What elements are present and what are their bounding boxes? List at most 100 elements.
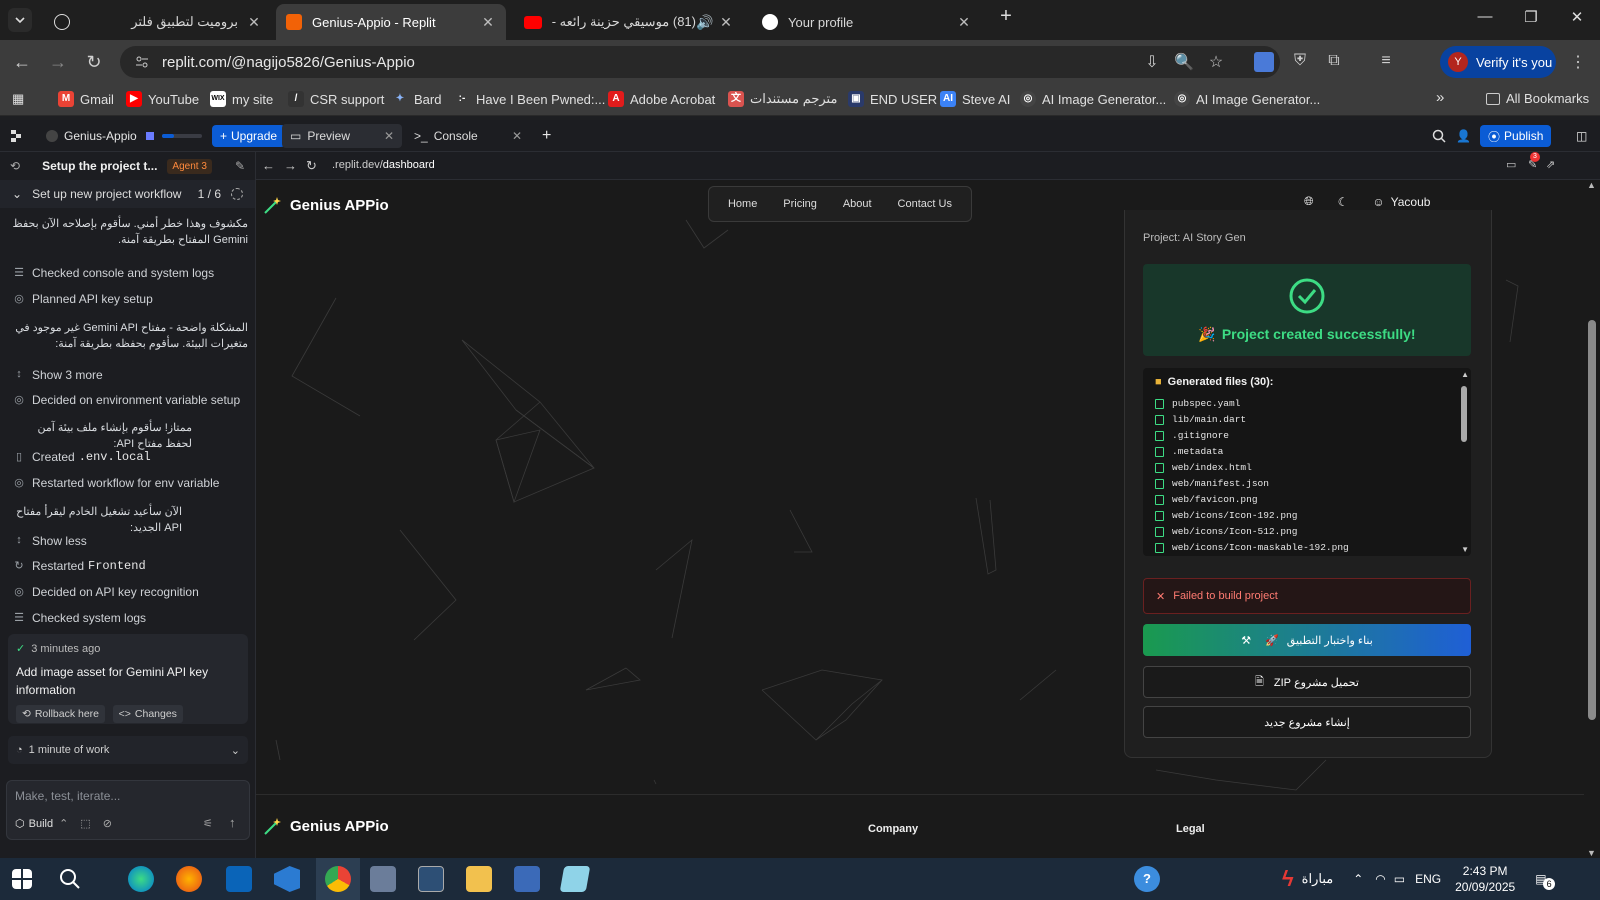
file-explorer-icon[interactable] [466, 866, 492, 892]
clock[interactable]: 2:43 PM 20/09/2025 [1455, 863, 1515, 895]
tab-console[interactable]: >_ Console ✕ [406, 124, 530, 148]
edge-icon[interactable] [128, 866, 154, 892]
bookmark-star-icon[interactable]: ☆ [1206, 52, 1226, 72]
publish-button[interactable]: ⦿ Publish [1480, 125, 1552, 147]
files-scrollbar[interactable] [1461, 386, 1467, 442]
new-project-button[interactable]: إنشاء مشروع جديد [1143, 706, 1471, 738]
language-indicator[interactable]: ENG [1415, 872, 1441, 886]
browser-menu-icon[interactable]: ⋮ [1568, 52, 1588, 72]
preview-forward-icon[interactable]: → [284, 158, 297, 173]
help-icon[interactable]: ? [1134, 866, 1160, 892]
remote-desktop-icon[interactable] [514, 866, 540, 892]
download-zip-button[interactable]: تحميل مشروع ZIP 🗎 [1143, 666, 1471, 698]
forward-button[interactable]: → [46, 50, 70, 74]
site-logo[interactable]: Genius APPio [262, 194, 389, 216]
tab-search-button[interactable] [8, 8, 32, 32]
install-app-icon[interactable]: ⇩ [1142, 52, 1162, 72]
close-tab-icon[interactable]: ✕ [246, 14, 262, 31]
tab-preview[interactable]: ▭ Preview ✕ [282, 124, 402, 148]
close-window-button[interactable]: ✕ [1554, 8, 1600, 32]
user-name[interactable]: Yacoub [1391, 195, 1431, 209]
google-translate-icon[interactable] [1254, 52, 1274, 72]
tab-github[interactable]: Your profile ✕ [752, 4, 982, 40]
settings-sliders-icon[interactable]: ⚟ [203, 817, 213, 830]
user-icon[interactable]: ☺ [1372, 195, 1384, 209]
bookmark-ai-image-2[interactable]: ◎ AI Image Generator... [1174, 91, 1320, 107]
shield-extension-icon[interactable]: ⛨ [1290, 52, 1310, 72]
open-new-tab-icon[interactable]: ⇗ [1546, 158, 1555, 171]
new-tab-button[interactable]: + [992, 5, 1020, 29]
feed-item[interactable]: ☰ Checked system logs [12, 611, 248, 625]
changes-button[interactable]: <> Changes [112, 705, 183, 723]
chevron-up-icon[interactable]: ⌃ [1353, 872, 1363, 886]
outlook-icon[interactable] [226, 866, 252, 892]
bookmark-my-site[interactable]: WIX my site [210, 91, 273, 107]
bookmark-youtube[interactable]: ▶ YouTube [126, 91, 199, 107]
feed-item[interactable]: ◎ Decided on environment variable setup [12, 393, 248, 407]
bookmark-hibp[interactable]: :- Have I Been Pwned:... [454, 91, 606, 107]
history-icon[interactable]: ⟲ [10, 159, 20, 173]
preview-url[interactable]: .replit.dev/dashboard [332, 159, 435, 171]
image-viewer-icon[interactable] [418, 866, 444, 892]
work-summary[interactable]: ◔ 1 minute of work ⌄ [8, 736, 248, 764]
bookmark-gmail[interactable]: M Gmail [58, 91, 114, 107]
select-element-icon[interactable]: ⬚ [80, 817, 90, 830]
show-more-toggle[interactable]: ↕ Show 3 more [12, 368, 248, 382]
feed-item[interactable]: ◎ Restarted workflow for env variable [12, 476, 248, 490]
nav-home[interactable]: Home [720, 198, 765, 210]
add-tab-icon[interactable]: + [542, 126, 551, 146]
close-tab-icon[interactable]: ✕ [718, 14, 734, 31]
invite-user-icon[interactable]: 👤 [1456, 126, 1471, 146]
network-app-icon[interactable] [370, 866, 396, 892]
nav-pricing[interactable]: Pricing [775, 198, 825, 210]
reload-button[interactable]: ↻ [82, 50, 106, 74]
replit-menu-icon[interactable] [10, 126, 26, 146]
tab-openai[interactable]: بروميت لتطبيق فلتر ✕ [44, 4, 272, 40]
nav-contact[interactable]: Contact Us [890, 198, 960, 210]
scroll-down-icon[interactable]: ▼ [1587, 848, 1596, 858]
feed-item[interactable]: ↻ Restarted Frontend [12, 559, 248, 573]
notepad-icon[interactable] [559, 866, 591, 892]
devices-icon[interactable]: ▭ [1506, 158, 1516, 171]
bookmark-translator[interactable]: 文 مترجم مستندات [728, 91, 837, 107]
back-button[interactable]: ← [10, 50, 34, 74]
send-icon[interactable]: ↑ [229, 815, 236, 830]
attach-icon[interactable]: ⊘ [103, 817, 112, 830]
feed-item[interactable]: ☰ Checked console and system logs [12, 266, 248, 280]
close-tab-icon[interactable]: ✕ [480, 14, 496, 31]
sports-app-icon[interactable]: ϟ [1282, 866, 1294, 892]
preview-back-icon[interactable]: ← [262, 158, 275, 173]
close-tab-icon[interactable]: ✕ [384, 129, 394, 143]
bookmark-end-user[interactable]: ▣ END USER [848, 91, 937, 107]
moon-icon[interactable]: ☾ [1338, 195, 1349, 209]
bookmark-bard[interactable]: ✦ Bard [392, 91, 442, 107]
search-icon[interactable] [1432, 126, 1446, 146]
generated-files-list[interactable]: ■ Generated files (30): pubspec.yaml lib/… [1143, 368, 1471, 556]
verify-profile-button[interactable]: Y Verify it's you [1440, 46, 1556, 78]
site-info-icon[interactable] [134, 54, 150, 70]
bookmark-csr-support[interactable]: / CSR support [288, 91, 384, 107]
tab-replit[interactable]: Genius-Appio - Replit ✕ [276, 4, 506, 40]
show-less-toggle[interactable]: ↕ Show less [12, 534, 248, 548]
maximize-button[interactable]: ❐ [1508, 8, 1554, 32]
weather-widget[interactable]: مباراة [1302, 871, 1334, 887]
notifications-icon[interactable]: ▤ 6 [1535, 872, 1556, 890]
feed-item[interactable]: ▯ Created .env.local [12, 450, 248, 464]
firefox-icon[interactable] [176, 866, 202, 892]
apps-grid-icon[interactable]: ▦ [12, 91, 24, 107]
bookmark-steve-ai[interactable]: AI Steve AI [940, 91, 1010, 107]
rollback-button[interactable]: ⟲ Rollback here [16, 705, 106, 723]
new-chat-icon[interactable]: ✎ [235, 159, 245, 173]
all-bookmarks-button[interactable]: All Bookmarks [1486, 91, 1589, 106]
build-mode-selector[interactable]: ⬡ Build ⌃ ⬚ ⊘ [15, 817, 112, 831]
nav-about[interactable]: About [835, 198, 880, 210]
wifi-icon[interactable]: ◠ [1375, 872, 1385, 886]
address-bar[interactable]: replit.com/@nagijo5826/Genius-Appio [120, 46, 1280, 78]
bookmark-ai-image-1[interactable]: ◎ AI Image Generator... [1020, 91, 1166, 107]
search-icon[interactable] [58, 867, 82, 891]
vscode-icon[interactable] [274, 866, 300, 892]
upgrade-button[interactable]: + Upgrade [212, 125, 286, 147]
windows-start-icon[interactable] [12, 869, 32, 889]
footer-logo[interactable]: Genius APPio [262, 815, 389, 837]
extensions-icon[interactable]: ⧉ [1324, 52, 1344, 72]
